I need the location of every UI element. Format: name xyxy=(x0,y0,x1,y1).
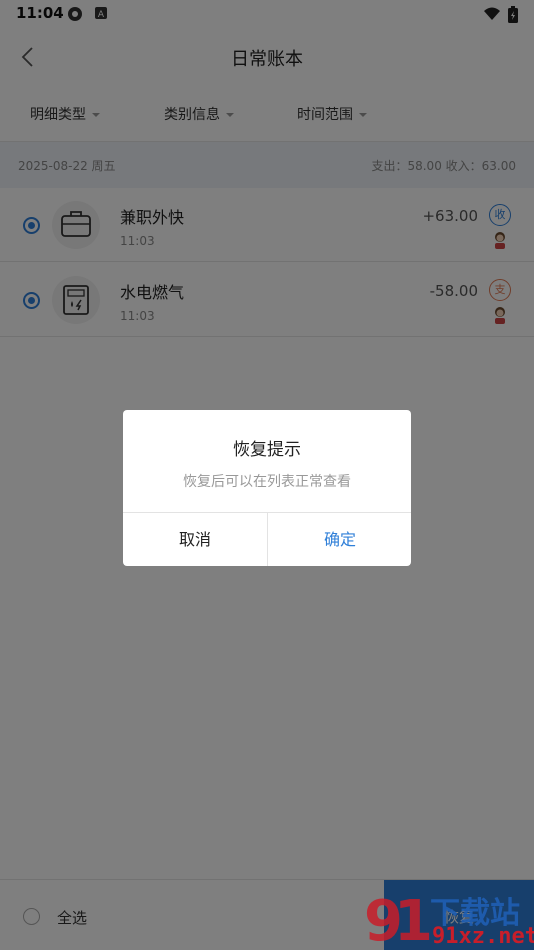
dialog-message: 恢复后可以在列表正常查看 xyxy=(183,474,351,490)
restore-dialog: 恢复提示 恢复后可以在列表正常查看 取消 确定 xyxy=(123,410,411,566)
watermark-url: 91xz.net xyxy=(432,924,534,949)
dialog-title: 恢复提示 xyxy=(233,440,301,460)
cancel-button[interactable]: 取消 xyxy=(123,513,267,566)
svg-text:1: 1 xyxy=(394,889,433,950)
confirm-button[interactable]: 确定 xyxy=(268,513,411,566)
